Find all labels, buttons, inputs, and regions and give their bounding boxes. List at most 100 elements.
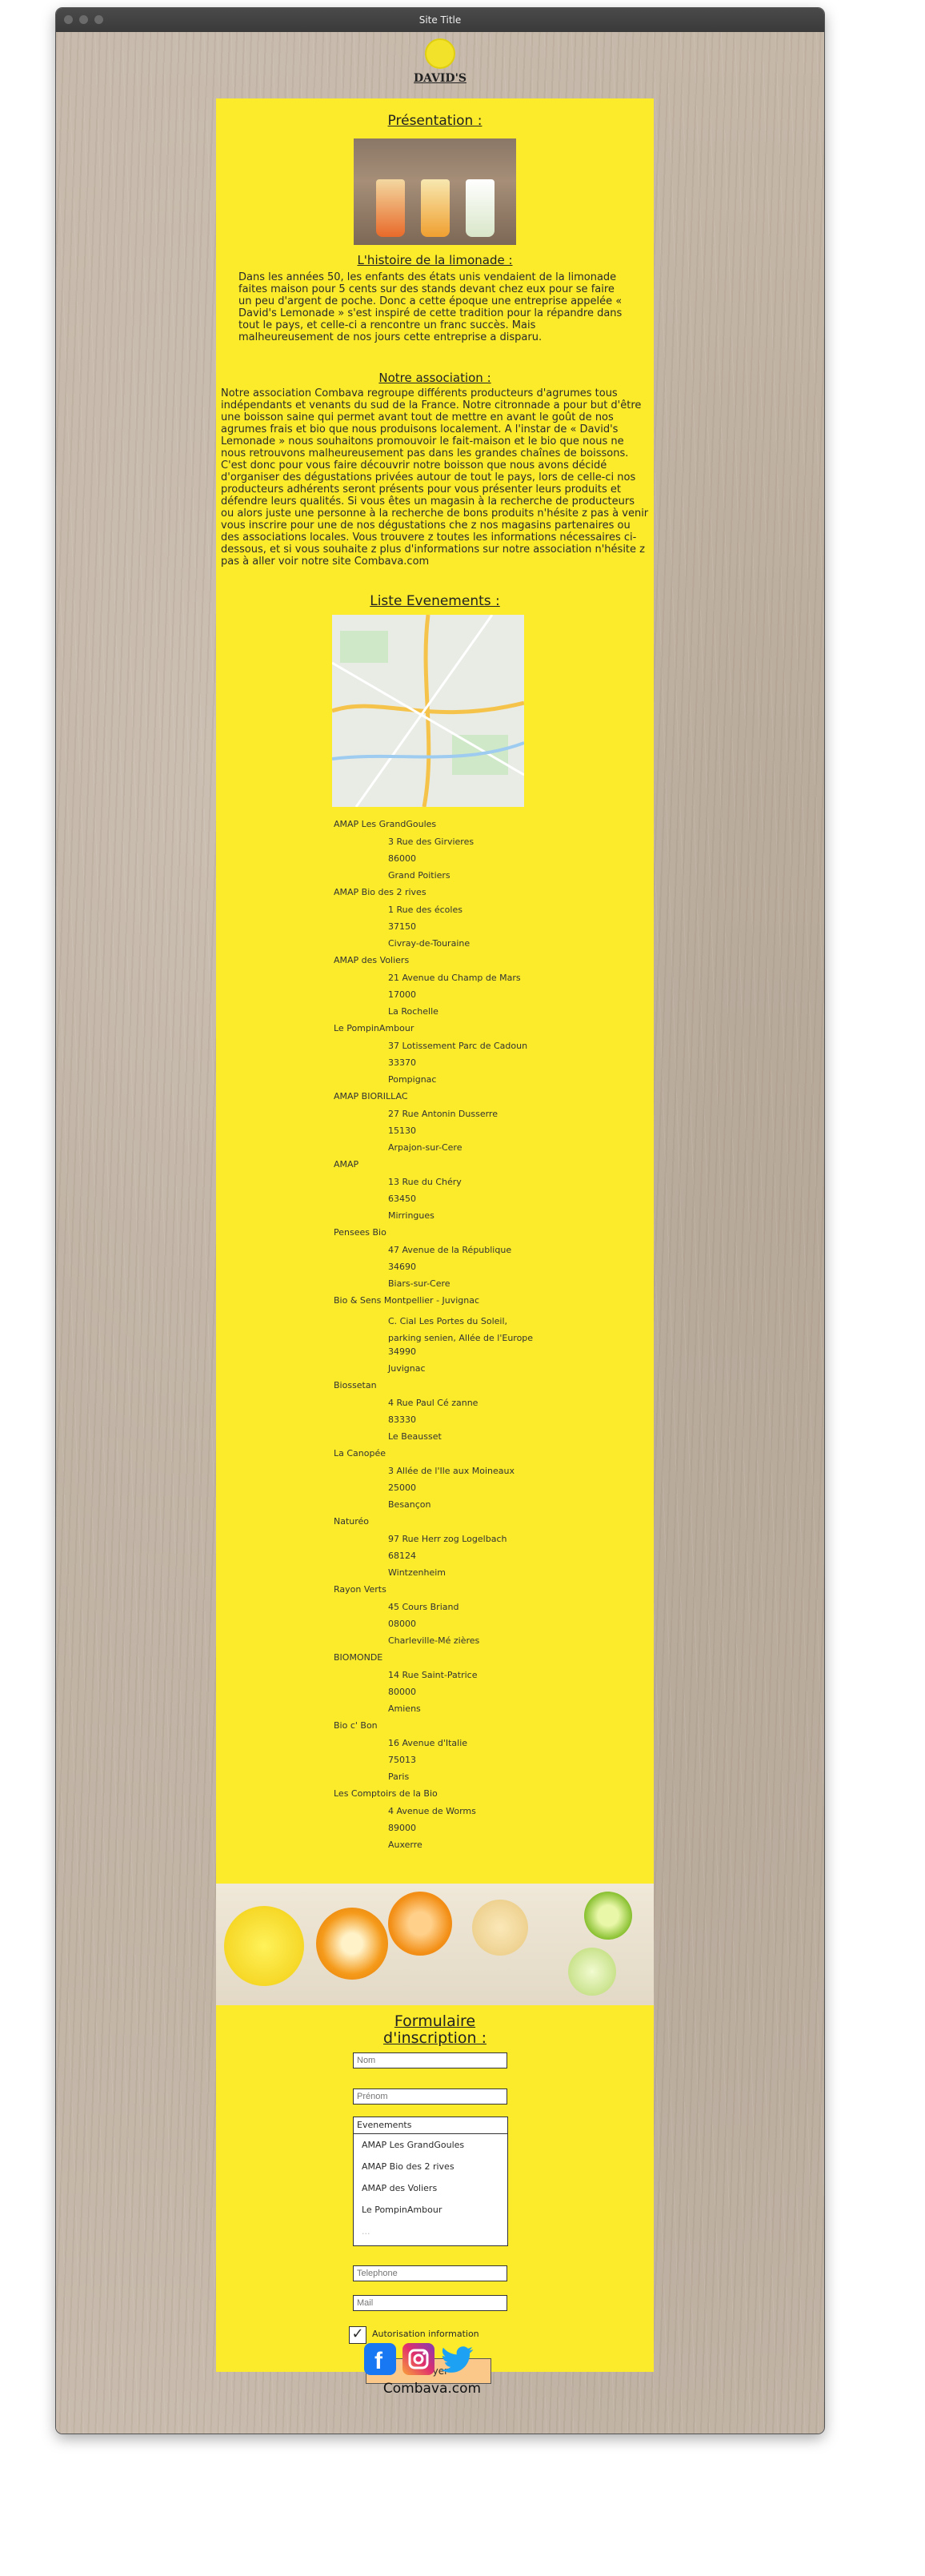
event-name: BIOMONDE: [334, 1652, 383, 1663]
orange-half-image: [388, 1892, 452, 1956]
event-name: Pensees Bio: [334, 1227, 386, 1238]
zoom-dot[interactable]: [94, 15, 103, 24]
event-street: 97 Rue Herr zog Logelbach: [388, 1534, 507, 1544]
lime-slice-image: [568, 1948, 616, 1996]
event-zip: 68124: [388, 1551, 416, 1561]
event-street: 4 Avenue de Worms: [388, 1806, 476, 1816]
form-title-line2: d'inscription :: [383, 2029, 487, 2047]
event-zip: 34690: [388, 1262, 416, 1272]
event-city: Grand Poitiers: [388, 870, 450, 881]
minimize-dot[interactable]: [79, 15, 88, 24]
event-city: Mirringues: [388, 1210, 434, 1221]
event-zip: 33370: [388, 1057, 416, 1068]
events-option[interactable]: AMAP Les GrandGoules: [354, 2134, 507, 2156]
event-name: Rayon Verts: [334, 1584, 386, 1595]
event-zip: 89000: [388, 1823, 416, 1833]
close-dot[interactable]: [64, 15, 73, 24]
title-bar: Site Title: [56, 8, 824, 32]
event-street: C. Cial Les Portes du Soleil, parking se…: [388, 1316, 534, 1343]
logo-text: DAVID'S: [414, 72, 467, 85]
glass-image: [376, 179, 405, 237]
event-name: AMAP BIORILLAC: [334, 1091, 408, 1101]
events-title: Liste Evenements :: [370, 593, 500, 609]
event-name: AMAP Bio des 2 rives: [334, 887, 426, 897]
telephone-field[interactable]: [353, 2265, 507, 2281]
event-name: Les Comptoirs de la Bio: [334, 1788, 438, 1799]
authorization-checkbox[interactable]: ✓: [349, 2326, 366, 2344]
lemon-logo-icon: [425, 38, 455, 69]
event-city: Paris: [388, 1772, 410, 1782]
event-name: Biossetan: [334, 1380, 377, 1390]
event-street: 37 Lotissement Parc de Cadoun: [388, 1041, 528, 1051]
event-street: 27 Rue Antonin Dusserre: [388, 1109, 498, 1119]
event-zip: 08000: [388, 1619, 416, 1629]
form-title: Formulaire d'inscription :: [216, 2013, 654, 2047]
lemon-image: [224, 1906, 304, 1986]
event-city: Pompignac: [388, 1074, 437, 1085]
event-city: La Rochelle: [388, 1006, 438, 1017]
svg-text:f: f: [374, 2348, 383, 2374]
event-name: Bio c' Bon: [334, 1720, 378, 1731]
event-zip: 17000: [388, 989, 416, 1000]
events-option[interactable]: AMAP des Voliers: [354, 2177, 507, 2199]
facebook-icon[interactable]: f: [364, 2343, 396, 2375]
content-panel: Présentation : L'histoire de la limonade…: [216, 98, 654, 2384]
lime-image: [584, 1892, 632, 1940]
event-zip: 83330: [388, 1414, 416, 1425]
event-zip: 75013: [388, 1755, 416, 1765]
prenom-field[interactable]: [353, 2088, 507, 2105]
orange-slice-image: [316, 1908, 388, 1980]
event-street: 21 Avenue du Champ de Mars: [388, 973, 521, 983]
window-title: Site Title: [418, 14, 462, 26]
event-zip: 63450: [388, 1194, 416, 1204]
association-title: Notre association :: [378, 371, 491, 385]
footer-site[interactable]: Combava.com: [372, 2381, 492, 2397]
event-name: Bio & Sens Montpellier - Juvignac: [334, 1295, 480, 1306]
event-city: Biars-sur-Cere: [388, 1278, 450, 1289]
event-zip: 86000: [388, 853, 416, 864]
event-city: Le Beausset: [388, 1431, 442, 1442]
event-street: 1 Rue des écoles: [388, 905, 462, 915]
instagram-icon[interactable]: [402, 2343, 434, 2375]
event-street: 13 Rue du Chéry: [388, 1177, 462, 1187]
history-title: L'histoire de la limonade :: [357, 253, 513, 267]
event-zip: 15130: [388, 1125, 416, 1136]
event-name: AMAP: [334, 1159, 359, 1170]
event-city: Charleville-Mé zières: [388, 1635, 480, 1646]
event-city: Juvignac: [388, 1363, 426, 1374]
events-option[interactable]: AMAP Bio des 2 rives: [354, 2156, 507, 2177]
event-zip: 80000: [388, 1687, 416, 1697]
event-city: Amiens: [388, 1703, 421, 1714]
events-select[interactable]: Evenements AMAP Les GrandGoules AMAP Bio…: [353, 2117, 508, 2246]
glass-image: [421, 179, 450, 237]
event-street: 47 Avenue de la République: [388, 1245, 512, 1255]
event-name: Le PompinAmbour: [334, 1023, 414, 1033]
event-name: AMAP des Voliers: [334, 955, 410, 965]
event-city: Besançon: [388, 1499, 431, 1510]
events-option[interactable]: ...: [354, 2221, 507, 2242]
event-city: Arpajon-sur-Cere: [388, 1142, 462, 1153]
map-graphic: [332, 615, 524, 807]
citrus-banner-image: [216, 1884, 654, 2005]
event-street: 14 Rue Saint-Patrice: [388, 1670, 478, 1680]
glass-image: [466, 179, 495, 237]
events-select-label: Evenements: [354, 2117, 507, 2134]
lemonade-photo: [354, 138, 516, 245]
twitter-icon[interactable]: [441, 2343, 474, 2375]
event-zip: 25000: [388, 1483, 416, 1493]
nom-field[interactable]: [353, 2052, 507, 2068]
event-city: Civray-de-Touraine: [388, 938, 471, 949]
event-name: AMAP Les GrandGoules: [334, 819, 437, 829]
logo[interactable]: DAVID'S: [412, 38, 468, 94]
event-city: Wintzenheim: [388, 1567, 446, 1578]
event-street: 3 Rue des Girvieres: [388, 837, 475, 847]
events-option[interactable]: Le PompinAmbour: [354, 2199, 507, 2221]
presentation-title: Présentation :: [387, 113, 483, 129]
page-viewport: DAVID'S Présentation : L'histoire de la …: [56, 32, 824, 2434]
events-map[interactable]: [332, 615, 524, 807]
form-title-line1: Formulaire: [394, 2012, 476, 2030]
mail-field[interactable]: [353, 2295, 507, 2311]
event-name: Naturéo: [334, 1516, 370, 1527]
event-street: 4 Rue Paul Cé zanne: [388, 1398, 479, 1408]
association-text: Notre association Combava regroupe diffé…: [221, 387, 649, 568]
